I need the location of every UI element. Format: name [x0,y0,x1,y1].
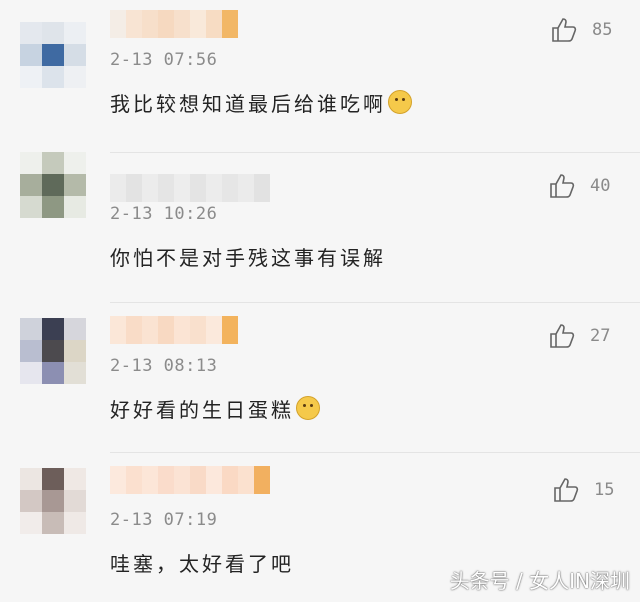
comment-text: 你怕不是对手残这事有误解 [110,246,386,270]
like-count: 85 [592,20,613,40]
thumbs-up-icon [550,324,575,348]
comment-text: 哇塞，太好看了吧 [110,552,294,576]
comment-timestamp: 2-13 07:19 [110,510,218,530]
comment-item: 2-13 10:26 你怕不是对手残这事有误解 40 [0,152,640,302]
avatar[interactable] [20,468,86,534]
comment-text: 好好看的生日蛋糕 [110,394,320,423]
avatar[interactable] [20,22,86,88]
thumbs-up-icon [550,174,575,198]
comment-item: 2-13 07:56 我比较想知道最后给谁吃啊 85 [0,0,640,150]
like-button[interactable]: 40 [548,172,610,200]
avatar[interactable] [20,152,86,218]
username-blurred[interactable] [110,174,270,202]
watermark: 头条号 / 女人IN深圳 [449,569,630,593]
like-button[interactable]: 27 [548,322,610,350]
thumbs-up-icon [554,478,579,502]
comment-item: 2-13 08:13 好好看的生日蛋糕 27 [0,302,640,452]
blush-emoji-icon [296,396,320,420]
avatar[interactable] [20,318,86,384]
like-button[interactable]: 85 [550,16,612,44]
doge-emoji-icon [388,90,412,114]
comment-timestamp: 2-13 07:56 [110,50,218,70]
like-button[interactable]: 15 [552,476,614,504]
comment-timestamp: 2-13 10:26 [110,204,218,224]
username-blurred[interactable] [110,10,238,38]
like-count: 40 [590,176,611,196]
comment-timestamp: 2-13 08:13 [110,356,218,376]
like-count: 15 [594,480,615,500]
username-blurred[interactable] [110,466,270,494]
comment-text: 我比较想知道最后给谁吃啊 [110,88,412,117]
username-blurred[interactable] [110,316,238,344]
like-count: 27 [590,326,611,346]
thumbs-up-icon [552,18,577,42]
